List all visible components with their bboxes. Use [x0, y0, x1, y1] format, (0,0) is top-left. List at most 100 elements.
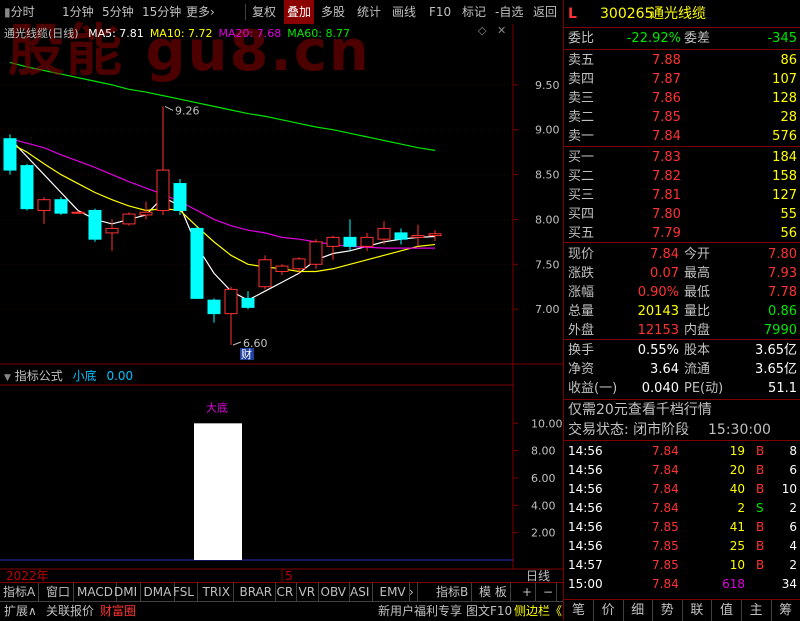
candle[interactable]	[88, 208, 102, 242]
tab-minute-label: 分时	[10, 5, 35, 19]
f10-graphic-button[interactable]: 图文F10	[466, 602, 512, 621]
candle[interactable]	[190, 226, 204, 299]
indicator-tab[interactable]: ›	[406, 583, 418, 601]
expand-button[interactable]: 扩展∧	[4, 602, 37, 621]
indicator-tab[interactable]: EMV	[377, 583, 410, 601]
kline-chart[interactable]: 9.50 9.00 8.50 8.00 7.50 7.00 10.00 8.00 6.00 4.…	[0, 24, 563, 582]
indicator-tab-bar: 指标A 窗口 MACD DMI DMA FSL TRIX BRAR CR VR OBV ASI EMV ›…	[0, 582, 563, 601]
promo-link[interactable]: 新用户福利专享	[378, 602, 462, 621]
stat-label: 现价	[568, 247, 595, 262]
tick-count: 2	[789, 558, 797, 572]
tick-count: 34	[781, 577, 797, 591]
indicator-tab[interactable]: CR	[274, 583, 298, 601]
overlay-button[interactable]: 叠加	[284, 0, 315, 24]
ask-label: 卖五	[568, 53, 595, 68]
indicator-tab[interactable]: 窗口	[43, 583, 75, 601]
tick-row: 14:56 7.84 20 B 6	[564, 461, 800, 480]
quote-tab[interactable]: 筹	[771, 600, 800, 621]
indicator-tab[interactable]: FSL	[170, 583, 198, 601]
fortune-circle-button[interactable]: 财富圈	[100, 602, 136, 621]
close-icon[interactable]: ✕	[497, 24, 506, 37]
stat-value: 3.65亿	[755, 343, 797, 358]
settings-icon[interactable]: ◇	[478, 24, 486, 37]
tab-1min[interactable]: 1分钟	[62, 0, 94, 24]
multi-stock-button[interactable]: 多股	[321, 0, 345, 24]
tick-time: 14:56	[568, 539, 603, 553]
ma-legend-item: MA5: 7.81	[88, 27, 144, 40]
tab-minute[interactable]: ▮分时	[4, 0, 35, 24]
y-tick-label: 9.50	[535, 79, 560, 92]
tick-price: 7.85	[652, 539, 679, 553]
candle-body	[326, 236, 340, 247]
tab-15min[interactable]: 15分钟	[142, 0, 181, 24]
tick-price: 7.85	[652, 558, 679, 572]
indicator-tab[interactable]: DMI	[111, 583, 142, 601]
indicator-title[interactable]: 指标公式	[15, 369, 63, 383]
indicator-tab[interactable]: 指标A	[0, 583, 40, 601]
chart-background	[0, 24, 563, 582]
indicator-series-value: 0.00	[106, 369, 134, 383]
fuquan-button[interactable]: 复权	[252, 0, 276, 24]
stat-value: 7.78	[768, 285, 797, 300]
indicator-tab[interactable]: VR	[296, 583, 320, 601]
stat-label: 净资	[568, 362, 595, 377]
back-button[interactable]: 返回	[533, 0, 557, 24]
quote-tab[interactable]: 细	[623, 600, 654, 621]
candle-body	[411, 235, 425, 238]
quote-tab[interactable]: 笔	[564, 600, 594, 621]
indicator-bars: 大底	[194, 400, 242, 560]
candle[interactable]	[122, 212, 136, 226]
candle[interactable]	[54, 197, 68, 215]
y-tick-label: 4.00	[531, 499, 556, 512]
bid-label: 买五	[568, 226, 595, 241]
candle-body	[343, 236, 357, 247]
ask-label: 卖三	[568, 91, 595, 106]
quote-tab[interactable]: 主	[742, 600, 772, 621]
stat-value: 12153	[637, 323, 679, 338]
sidebar-toggle[interactable]: 侧边栏《	[514, 602, 562, 621]
indicator-tab[interactable]: BRAR	[237, 583, 277, 601]
tick-count: 6	[789, 520, 797, 534]
draw-line-button[interactable]: 画线	[392, 0, 416, 24]
candle[interactable]	[258, 255, 272, 290]
quote-tab[interactable]: 值	[712, 600, 742, 621]
quote-tab[interactable]: 势	[653, 600, 683, 621]
weibi-label: 委比	[568, 31, 595, 46]
indicator-tab[interactable]: 指标B	[433, 583, 473, 601]
tab-more[interactable]: 更多›	[186, 0, 215, 24]
quote-tab[interactable]: 价	[594, 600, 624, 621]
finance-marker-label: 财	[241, 347, 252, 361]
indicator-tab[interactable]: TRIX	[200, 583, 234, 601]
stat-row: 净资 3.64 流通 3.65亿	[564, 360, 800, 379]
chevron-down-icon[interactable]: ▼	[4, 373, 11, 383]
bid-row: 买二 7.82 158	[564, 167, 800, 186]
tab-5min[interactable]: 5分钟	[102, 0, 134, 24]
indicator-tab[interactable]: 模 板	[476, 583, 511, 601]
stock-header: L 300265 通光线缆	[564, 4, 800, 24]
period-label[interactable]: 日线	[526, 569, 550, 582]
candle[interactable]	[20, 163, 34, 211]
candle-body	[105, 227, 119, 234]
indicator-tab[interactable]: +	[519, 583, 537, 601]
candle[interactable]	[309, 239, 323, 269]
indicator-tab[interactable]: −	[540, 583, 558, 601]
candle[interactable]	[173, 179, 187, 215]
candle[interactable]	[3, 134, 17, 175]
stat-label: 总量	[568, 304, 595, 319]
statistics-button[interactable]: 统计	[357, 0, 381, 24]
quote-tab[interactable]: 联	[682, 600, 713, 621]
f10-button[interactable]: F10	[429, 0, 451, 24]
indicator-tab[interactable]: OBV	[318, 583, 351, 601]
bid-price: 7.80	[652, 207, 681, 222]
chevron-right-icon: ›	[210, 5, 215, 19]
related-quote-button[interactable]: 关联报价	[46, 602, 94, 621]
trade-time: 15:30:00	[708, 422, 771, 438]
tick-volume: 2	[737, 501, 745, 515]
add-watchlist-button[interactable]: -自选	[495, 0, 523, 24]
indicator-tab[interactable]: ASI	[347, 583, 374, 601]
depth-promo[interactable]: 仅需20元查看千档行情	[564, 401, 800, 420]
stat-row: 收益(一) 0.040 PE(动) 51.1	[564, 379, 800, 398]
mark-button[interactable]: 标记	[462, 0, 486, 24]
tick-row: 14:57 7.85 10 B 2	[564, 556, 800, 575]
ask-price: 7.86	[652, 91, 681, 106]
